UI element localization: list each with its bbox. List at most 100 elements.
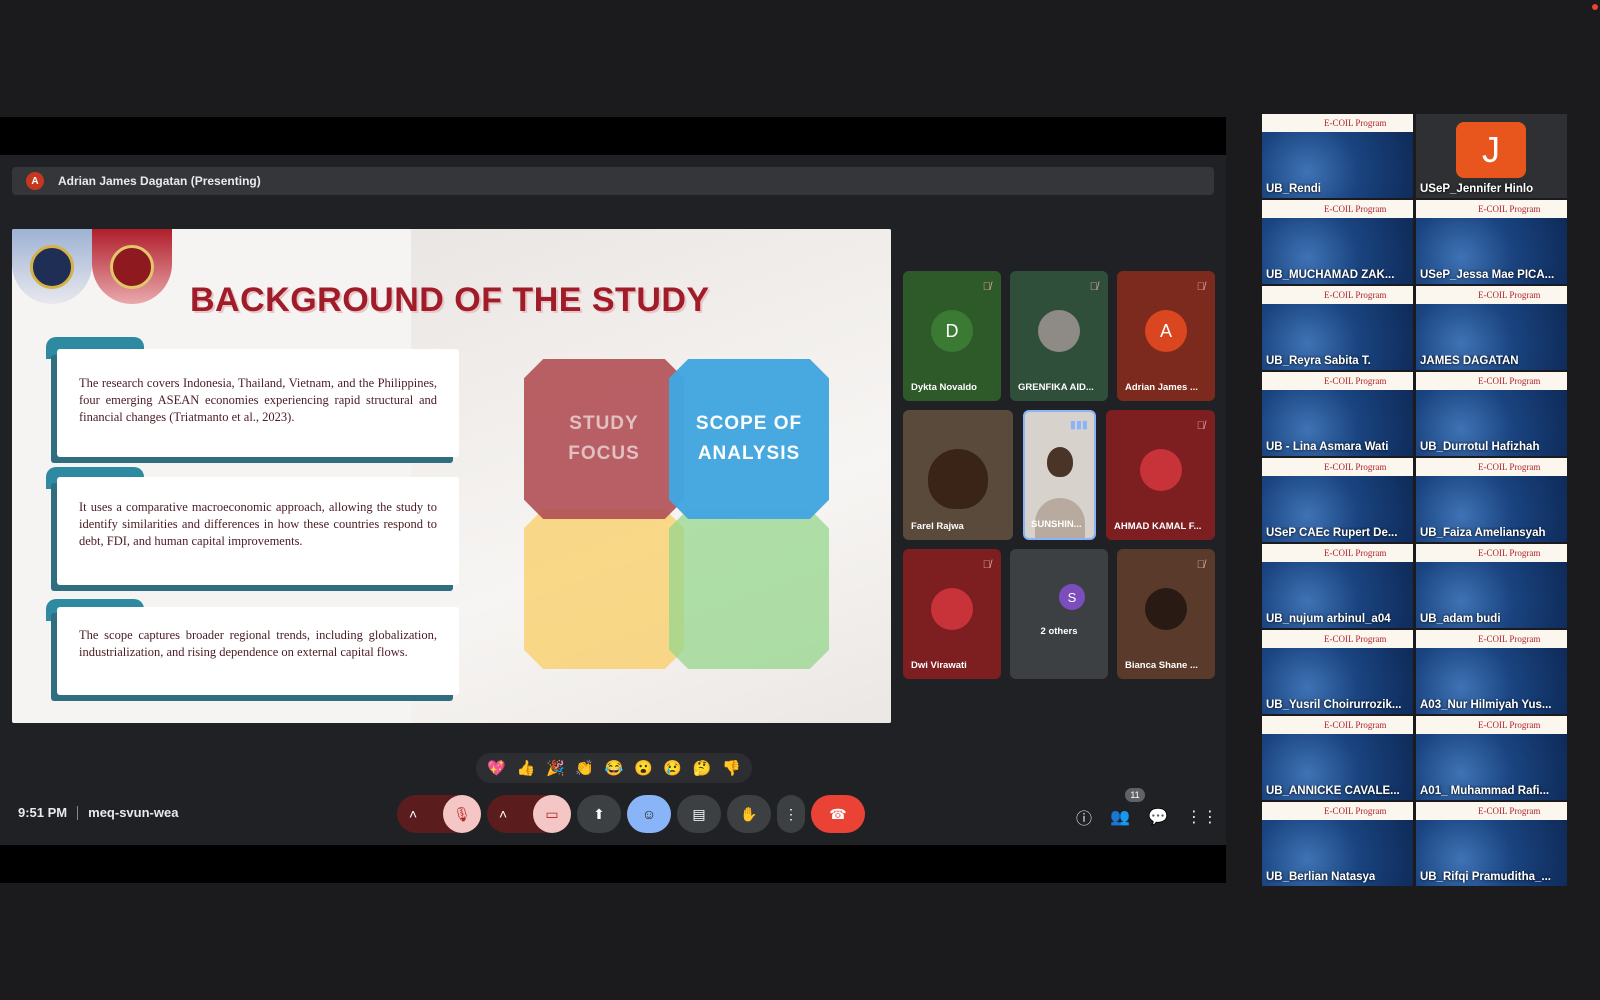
presenter-avatar: A (26, 172, 44, 190)
activities-icon[interactable]: ⋮⋮ (1186, 807, 1218, 827)
slide-card-1: The research covers Indonesia, Thailand,… (57, 349, 459, 457)
avatar: J (1456, 122, 1526, 178)
reaction-sad[interactable]: 😢 (663, 759, 682, 777)
mic-off-icon: 🎙̸ (982, 281, 991, 293)
mic-off-button[interactable]: 🎙 (443, 795, 481, 833)
gallery-tile[interactable]: E-COIL Program UB_Rifqi Pramuditha_... (1416, 802, 1567, 886)
avatar: S (1059, 584, 1085, 610)
others-count: 2 others (1040, 626, 1078, 637)
gallery-tile[interactable]: E-COIL Program UB_adam budi (1416, 544, 1567, 628)
chevron-up-icon[interactable]: ˄ (499, 806, 507, 822)
presenter-banner: A Adrian James Dagatan (Presenting) (12, 167, 1214, 195)
participant-name: GRENFIKA AID... (1018, 382, 1094, 393)
presenter-label: Adrian James Dagatan (Presenting) (58, 174, 261, 188)
participant-tile[interactable]: 🎙̸ D Dykta Novaldo (903, 271, 1001, 401)
program-banner: E-COIL Program (1262, 802, 1413, 820)
gallery-tile[interactable]: E-COIL Program USeP CAEc Rupert De... (1262, 458, 1413, 542)
meeting-code: meq-svun-wea (88, 805, 179, 820)
chat-icon[interactable]: 💬 (1148, 807, 1168, 827)
recording-indicator (1592, 4, 1598, 10)
mic-off-icon: 🎙̸ (1196, 559, 1205, 571)
program-banner: E-COIL Program (1262, 372, 1413, 390)
gallery-tile[interactable]: E-COIL Program UB_Yusril Choirurrozik... (1262, 630, 1413, 714)
program-banner: E-COIL Program (1416, 200, 1567, 218)
participant-name: USeP CAEc Rupert De... (1266, 527, 1398, 539)
participant-name: UB_adam budi (1420, 613, 1501, 625)
others-tile[interactable]: S 2 others (1010, 549, 1108, 679)
gallery-tile[interactable]: J USeP_Jennifer Hinlo (1416, 114, 1567, 198)
reaction-clap[interactable]: 👏 (575, 759, 594, 777)
chevron-up-icon[interactable]: ˄ (409, 806, 417, 822)
present-screen-button[interactable]: ⬆ (577, 795, 621, 833)
participant-name: UB_ANNICKE CAVALE... (1266, 785, 1400, 797)
diagram-block-green (669, 509, 829, 669)
participant-name: UB_Berlian Natasya (1266, 871, 1376, 883)
info-icon[interactable]: ⓘ (1076, 805, 1092, 829)
gallery-tile[interactable]: E-COIL Program USeP_Jessa Mae PICA... (1416, 200, 1567, 284)
program-banner: E-COIL Program (1416, 716, 1567, 734)
reaction-thumbs-down[interactable]: 👎 (722, 759, 741, 777)
participant-name: UB_Faiza Ameliansyah (1420, 527, 1546, 539)
raise-hand-button[interactable]: ✋ (727, 795, 771, 833)
gallery-tile[interactable]: E-COIL Program UB_nujum arbinul_a04 (1262, 544, 1413, 628)
gallery-tile[interactable]: E-COIL Program UB_Rendi (1262, 114, 1413, 198)
gallery-tile[interactable]: E-COIL Program UB - Lina Asmara Wati (1262, 372, 1413, 456)
reaction-party[interactable]: 🎉 (546, 759, 565, 777)
participant-name: Adrian James ... (1125, 382, 1198, 393)
captions-button[interactable]: ▤ (677, 795, 721, 833)
avatar (1139, 449, 1182, 491)
gallery-tile[interactable]: E-COIL Program UB_ANNICKE CAVALE... (1262, 716, 1413, 800)
diagram-study-focus: STUDY FOCUS (524, 359, 684, 519)
camera-off-button[interactable]: ▭ (533, 795, 571, 833)
program-banner: E-COIL Program (1262, 200, 1413, 218)
reaction-surprised[interactable]: 😮 (634, 759, 653, 777)
shared-slide[interactable]: BACKGROUND OF THE STUDY The research cov… (12, 229, 891, 723)
gallery-tile[interactable]: E-COIL Program A03_Nur Hilmiyah Yus... (1416, 630, 1567, 714)
participant-tile[interactable]: 🎙̸ GRENFIKA AID... (1010, 271, 1108, 401)
reaction-thinking[interactable]: 🤔 (693, 759, 712, 777)
audio-control: ˄ 🎙 (397, 795, 481, 833)
gallery-tile[interactable]: E-COIL Program A01_ Muhammad Rafi... (1416, 716, 1567, 800)
participant-tile[interactable]: 🎙̸ Dwi Virawati (903, 549, 1001, 679)
program-banner: E-COIL Program (1416, 372, 1567, 390)
leave-call-button[interactable]: ☎ (811, 795, 865, 833)
reaction-laugh[interactable]: 😂 (605, 759, 624, 777)
slide-card-2: It uses a comparative macroeconomic appr… (57, 477, 459, 585)
participant-name: JAMES DAGATAN (1420, 355, 1519, 367)
reaction-thumbs-up[interactable]: 👍 (517, 759, 536, 777)
slide-title: BACKGROUND OF THE STUDY (190, 281, 710, 319)
participant-tile[interactable]: 🎙̸ A Adrian James ... (1117, 271, 1215, 401)
meeting-time: 9:51 PM (18, 805, 68, 820)
people-icon[interactable]: 👥 (1110, 807, 1130, 827)
emoji-button[interactable]: ☺ (627, 795, 671, 833)
meet-window: A Adrian James Dagatan (Presenting) BACK… (0, 0, 1600, 1000)
participant-tile[interactable]: Farel Rajwa (903, 410, 1013, 540)
gallery-tile[interactable]: E-COIL Program UB_Berlian Natasya (1262, 802, 1413, 886)
program-banner: E-COIL Program (1262, 630, 1413, 648)
slide-card-3: The scope captures broader regional tren… (57, 607, 459, 695)
avatar (931, 588, 973, 630)
participant-name: UB_Reyra Sabita T. (1266, 355, 1371, 367)
gallery-tile[interactable]: E-COIL Program UB_Faiza Ameliansyah (1416, 458, 1567, 542)
participant-tile[interactable]: 🎙̸ Bianca Shane ... (1117, 549, 1215, 679)
reaction-heart[interactable]: 💖 (487, 759, 506, 777)
gallery-tile[interactable]: E-COIL Program UB_MUCHAMAD ZAK... (1262, 200, 1413, 284)
diagram-scope-of-analysis: SCOPE OF ANALYSIS (669, 359, 829, 519)
mic-off-icon: 🎙̸ (982, 559, 991, 571)
participant-tile-speaking[interactable]: ▮▮▮ SUNSHIN... (1023, 410, 1096, 540)
participant-name: AHMAD KAMAL F... (1114, 521, 1202, 532)
people-count-badge: 11 (1125, 788, 1145, 802)
mic-off-icon: 🎙̸ (1196, 420, 1205, 432)
participant-name: Farel Rajwa (911, 521, 964, 532)
participant-name: Dwi Virawati (911, 660, 967, 671)
university-logo-left (12, 229, 92, 304)
avatar: A (1145, 310, 1187, 352)
more-options-button[interactable]: ⋮ (777, 795, 805, 833)
participant-name: UB_Durrotul Hafizhah (1420, 441, 1540, 453)
gallery-tile[interactable]: E-COIL Program UB_Reyra Sabita T. (1262, 286, 1413, 370)
gallery-tile[interactable]: E-COIL Program UB_Durrotul Hafizhah (1416, 372, 1567, 456)
gallery-tile[interactable]: E-COIL Program JAMES DAGATAN (1416, 286, 1567, 370)
program-banner: E-COIL Program (1262, 458, 1413, 476)
participant-name: USeP_Jennifer Hinlo (1420, 183, 1534, 195)
participant-tile[interactable]: 🎙̸ AHMAD KAMAL F... (1106, 410, 1215, 540)
